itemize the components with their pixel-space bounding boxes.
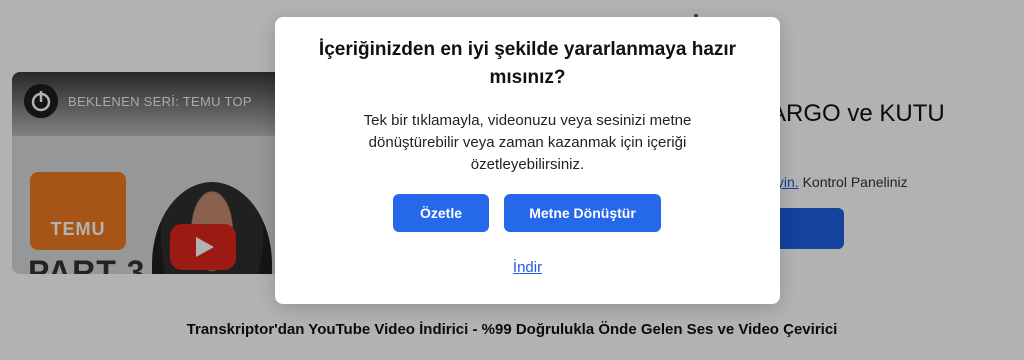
modal-description: Tek bir tıklamayla, videonuzu veya sesin… xyxy=(363,112,692,173)
summarize-button[interactable]: Özetle xyxy=(393,194,489,232)
download-link[interactable]: İndir xyxy=(275,259,780,276)
modal-title: İçeriğinizden en iyi şekilde yararlanmay… xyxy=(318,39,737,88)
modal-dialog: İçeriğinizden en iyi şekilde yararlanmay… xyxy=(275,17,780,304)
transcribe-button[interactable]: Metne Dönüştür xyxy=(504,194,661,232)
